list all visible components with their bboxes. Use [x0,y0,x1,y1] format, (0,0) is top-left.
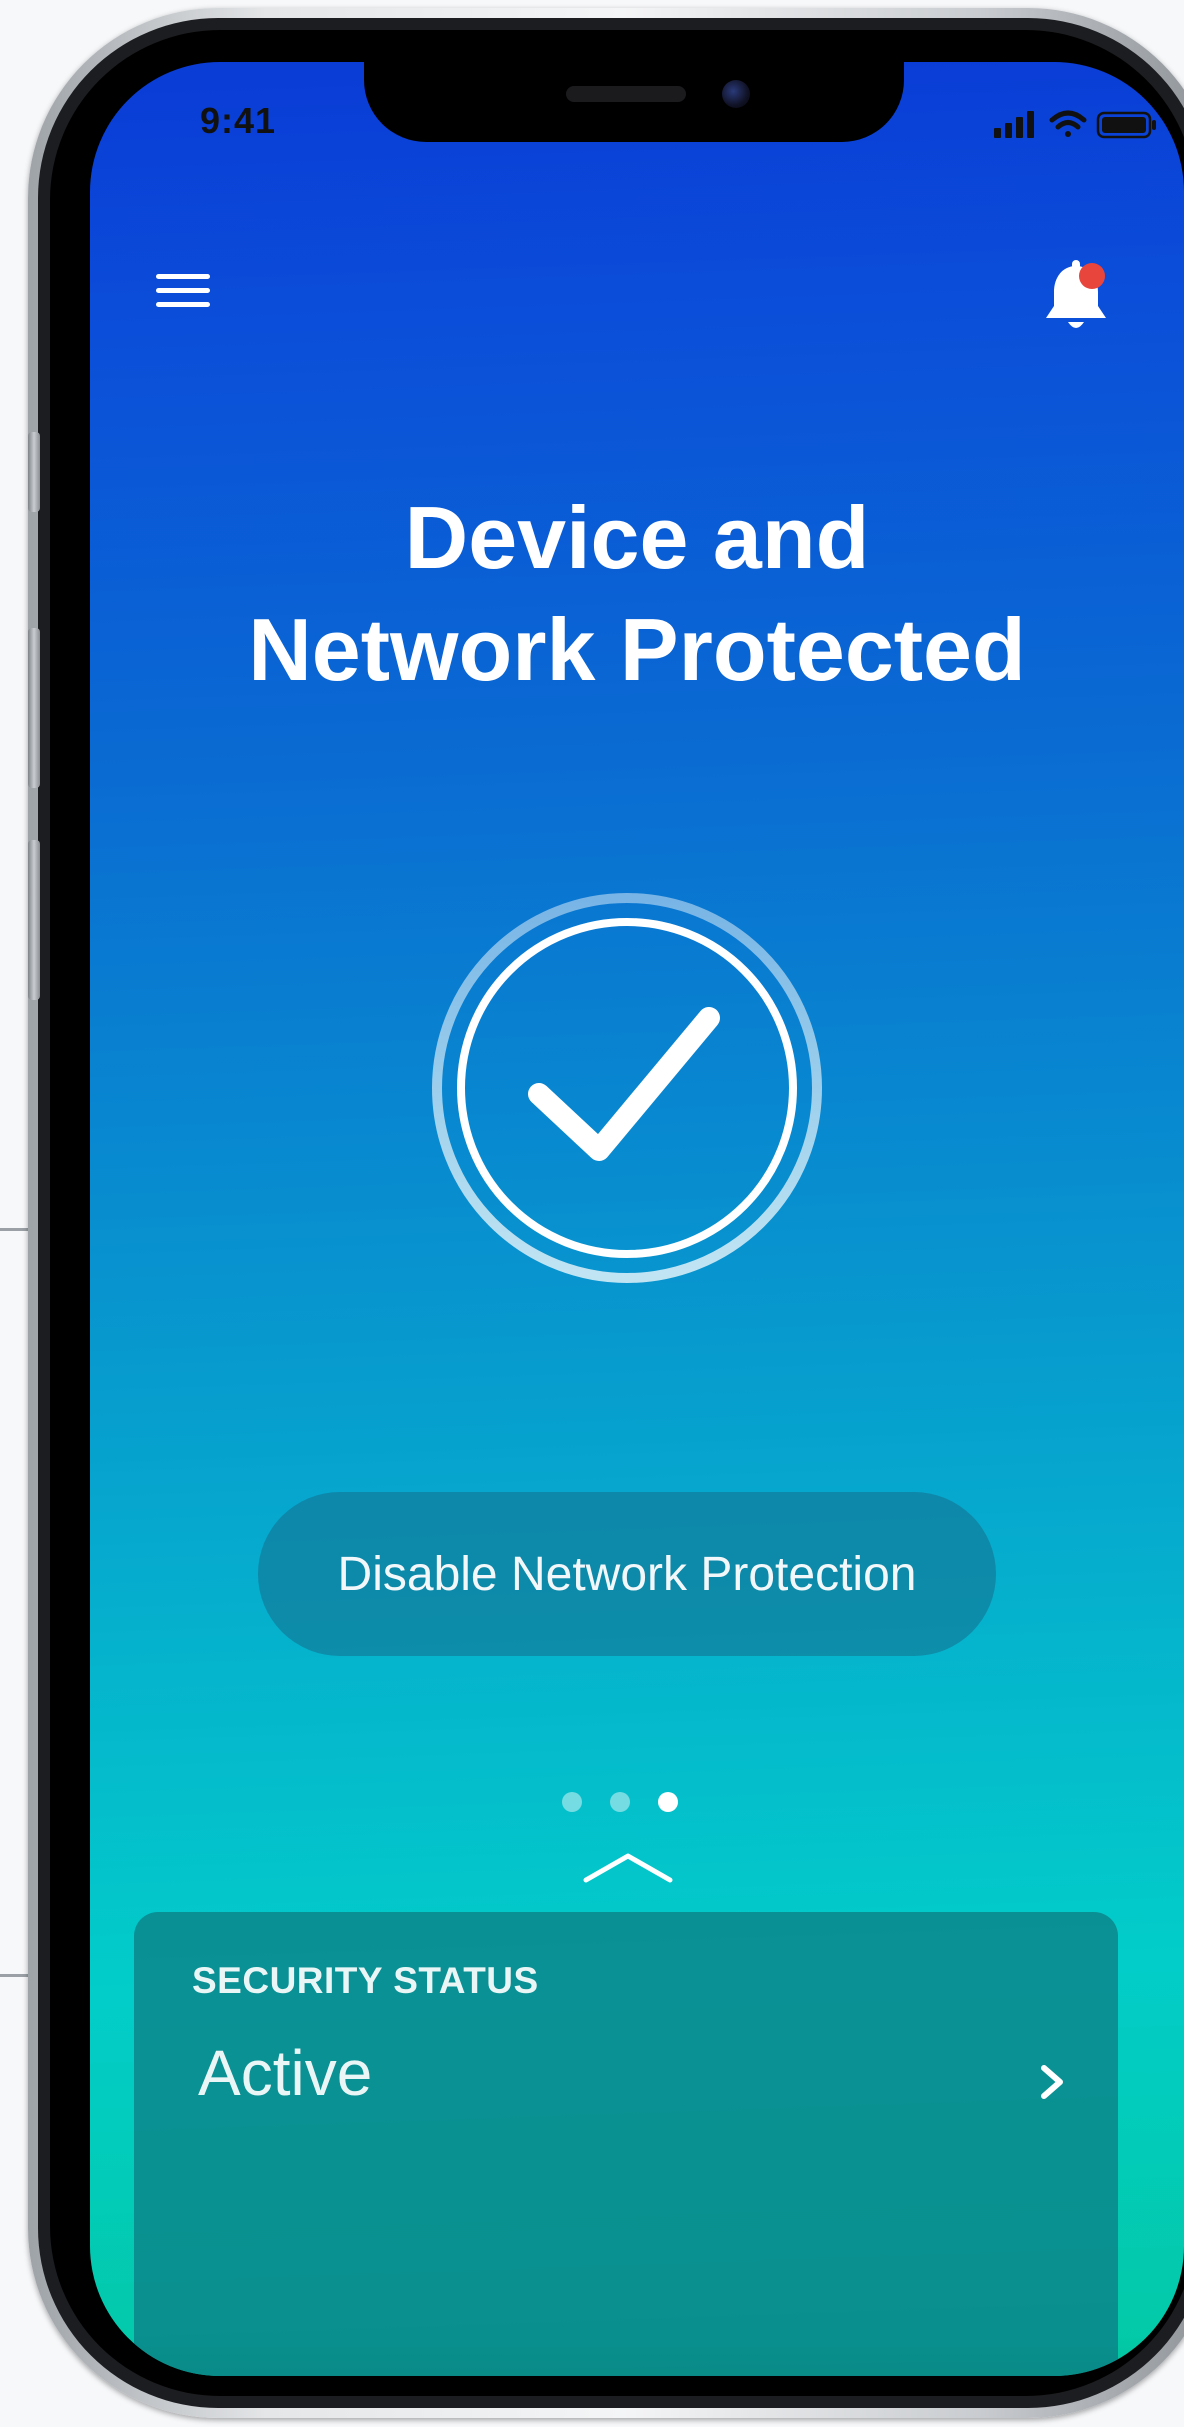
page-indicator [562,1792,702,1812]
earpiece-speaker [566,86,686,102]
security-status-value: Active [198,2037,373,2109]
page-dot-2[interactable] [610,1792,630,1812]
mute-switch [28,432,40,512]
page-dot-3-active[interactable] [658,1792,678,1812]
battery-icon [1096,111,1156,139]
status-time: 9:41 [200,100,277,141]
app-screen: 9:41 Device and Network Protected Disabl… [90,62,1184,2376]
notification-badge [1079,263,1105,289]
disable-network-protection-button[interactable]: Disable Network Protection [258,1492,996,1656]
screen-bottom-fade [90,2336,1184,2376]
notch [364,62,904,142]
hamburger-menu-icon[interactable] [156,274,210,314]
device-mockup: 9:41 Device and Network Protected Disabl… [0,0,1184,2427]
volume-up-button [28,628,40,788]
disable-button-label: Disable Network Protection [337,1547,917,1601]
status-icons [990,106,1184,146]
page-title: Device and Network Protected [90,482,1184,706]
front-camera [722,80,750,108]
security-status-card[interactable]: SECURITY STATUS Active [134,1912,1118,2376]
wifi-icon [1049,110,1087,137]
title-line-1: Device and [404,488,870,587]
volume-down-button [28,840,40,1000]
bell-icon[interactable] [1042,258,1112,336]
chevron-right-icon[interactable] [1038,2062,1068,2102]
security-status-label: SECURITY STATUS [192,1960,539,2001]
chevron-up-icon[interactable] [580,1846,676,1886]
checkmark-circle-icon [427,888,827,1288]
signal-icon [994,111,1034,138]
page-dot-1[interactable] [562,1792,582,1812]
title-line-2: Network Protected [248,600,1026,699]
